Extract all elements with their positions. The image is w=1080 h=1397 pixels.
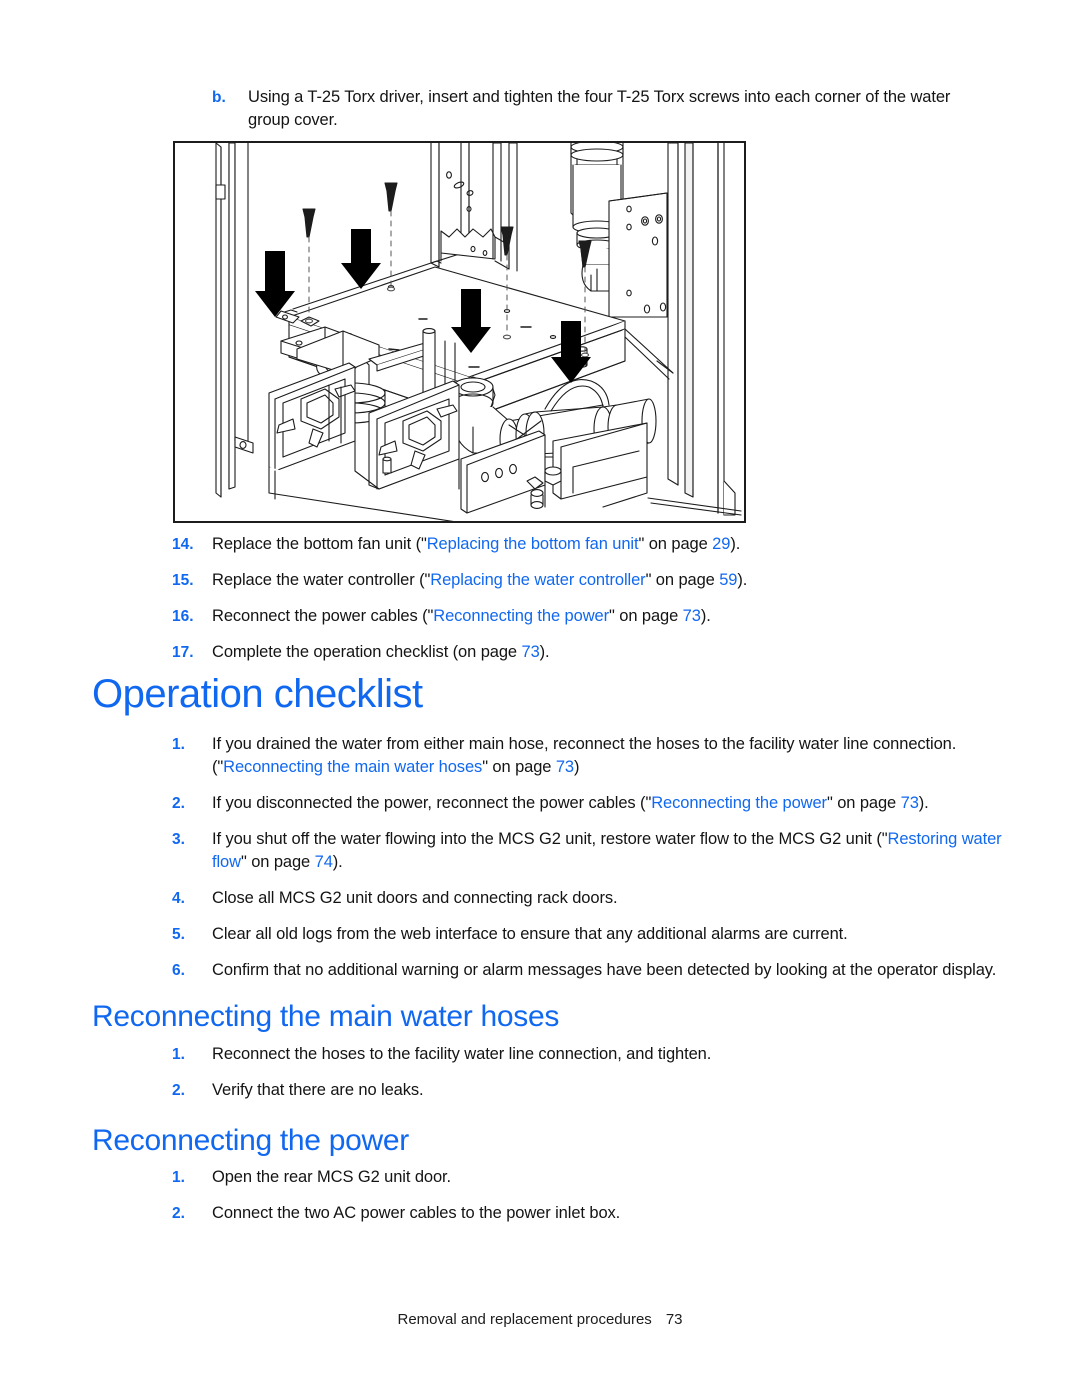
list-text: Reconnect the power cables ("Reconnectin… (212, 605, 1002, 628)
text-post: ). (918, 794, 929, 812)
page-number-link[interactable]: 74 (315, 853, 333, 871)
page-number-link[interactable]: 29 (712, 535, 730, 553)
list-marker: 14. (172, 536, 194, 553)
text-post: ). (730, 535, 741, 553)
figure-water-group-cover (173, 141, 746, 523)
cross-reference-link[interactable]: Reconnecting the power (433, 607, 609, 625)
list-item: 2. Connect the two AC power cables to th… (172, 1202, 1002, 1225)
page-number-link[interactable]: 59 (719, 571, 737, 589)
list-item: 2. Verify that there are no leaks. (172, 1079, 1002, 1102)
list-text: Confirm that no additional warning or al… (212, 961, 997, 979)
text-post: ). (332, 853, 343, 871)
section-heading-operation-checklist: Operation checklist (92, 672, 423, 716)
list-marker: 6. (172, 962, 185, 979)
text-mid: " on page (240, 853, 315, 871)
list-marker: 16. (172, 608, 194, 625)
list-marker: b. (212, 89, 226, 106)
text-post: ) (574, 758, 580, 776)
text-post: ). (737, 571, 748, 589)
list-marker: 2. (172, 795, 185, 812)
list-text: Clear all old logs from the web interfac… (212, 925, 848, 943)
page-number-link[interactable]: 73 (522, 643, 540, 661)
list-text: Verify that there are no leaks. (212, 1081, 424, 1099)
cross-reference-link[interactable]: Replacing the bottom fan unit (427, 535, 639, 553)
list-marker: 1. (172, 1169, 185, 1186)
text-pre: Replace the water controller (" (212, 571, 431, 589)
list-item: 5. Clear all old logs from the web inter… (172, 923, 1002, 946)
list-item: 1. If you drained the water from either … (172, 733, 1002, 779)
page-footer: Removal and replacement procedures 73 (0, 1311, 1080, 1328)
text-pre: Complete the operation checklist (on pag… (212, 643, 522, 661)
text-pre: If you shut off the water flowing into t… (212, 830, 888, 848)
text-mid: " on page (638, 535, 713, 553)
section-heading-reconnecting-main-water-hoses: Reconnecting the main water hoses (92, 1000, 560, 1033)
list-item: 6. Confirm that no additional warning or… (172, 959, 1002, 982)
list-item: 4. Close all MCS G2 unit doors and conne… (172, 887, 1002, 910)
list-item: 1. Open the rear MCS G2 unit door. (172, 1166, 1002, 1189)
list-marker: 1. (172, 1046, 185, 1063)
list-marker: 3. (172, 831, 185, 848)
text-post: ). (700, 607, 711, 625)
text-mid: " on page (645, 571, 720, 589)
list-marker: 2. (172, 1205, 185, 1222)
list-item: 2. If you disconnected the power, reconn… (172, 792, 1002, 815)
list-text: Replace the water controller ("Replacing… (212, 569, 1002, 592)
text-pre: Replace the bottom fan unit (" (212, 535, 427, 553)
list-text: Connect the two AC power cables to the p… (212, 1204, 621, 1222)
text-pre: If you disconnected the power, reconnect… (212, 794, 652, 812)
cross-reference-link[interactable]: Replacing the water controller (430, 571, 645, 589)
list-item: 14. Replace the bottom fan unit ("Replac… (172, 533, 1002, 556)
text-post: ). (539, 643, 550, 661)
list-text: Reconnect the hoses to the facility wate… (212, 1045, 712, 1063)
substep-list: b. Using a T-25 Torx driver, insert and … (212, 86, 994, 145)
cross-reference-link[interactable]: Reconnecting the main water hoses (223, 758, 482, 776)
list-marker: 4. (172, 890, 185, 907)
list-item: 3. If you shut off the water flowing int… (172, 828, 1002, 874)
list-text: If you drained the water from either mai… (212, 733, 1002, 779)
list-text: If you shut off the water flowing into t… (212, 828, 1002, 874)
cross-reference-link[interactable]: Reconnecting the power (651, 794, 827, 812)
list-marker: 1. (172, 736, 185, 753)
footer-chapter-title: Removal and replacement procedures (397, 1311, 652, 1328)
list-text: Replace the bottom fan unit ("Replacing … (212, 533, 1002, 556)
page-number-link[interactable]: 73 (556, 758, 574, 776)
list-item: 17. Complete the operation checklist (on… (172, 641, 1002, 664)
list-text: Open the rear MCS G2 unit door. (212, 1168, 452, 1186)
numbered-steps-list: 14. Replace the bottom fan unit ("Replac… (172, 533, 1002, 677)
water-group-cover-illustration (215, 143, 742, 521)
main-water-hoses-list: 1. Reconnect the hoses to the facility w… (172, 1043, 1002, 1115)
list-item: 15. Replace the water controller ("Repla… (172, 569, 1002, 592)
list-item: b. Using a T-25 Torx driver, insert and … (212, 86, 994, 132)
reconnecting-power-list: 1. Open the rear MCS G2 unit door. 2. Co… (172, 1166, 1002, 1238)
footer-page-number: 73 (665, 1311, 683, 1328)
page-number-link[interactable]: 73 (683, 607, 701, 625)
page-number-link[interactable]: 73 (901, 794, 919, 812)
text-mid: " on page (826, 794, 901, 812)
list-item: 16. Reconnect the power cables ("Reconne… (172, 605, 1002, 628)
list-marker: 5. (172, 926, 185, 943)
list-text: Complete the operation checklist (on pag… (212, 641, 1002, 664)
operation-checklist-list: 1. If you drained the water from either … (172, 733, 1002, 995)
list-text: Close all MCS G2 unit doors and connecti… (212, 889, 618, 907)
text-pre: Reconnect the power cables (" (212, 607, 434, 625)
list-text: If you disconnected the power, reconnect… (212, 792, 1002, 815)
list-item: 1. Reconnect the hoses to the facility w… (172, 1043, 1002, 1066)
list-marker: 17. (172, 644, 194, 661)
document-page: b. Using a T-25 Torx driver, insert and … (0, 0, 1080, 1397)
list-marker: 15. (172, 572, 194, 589)
text-mid: " on page (609, 607, 683, 625)
list-marker: 2. (172, 1082, 185, 1099)
list-text: Using a T-25 Torx driver, insert and tig… (248, 88, 951, 129)
section-heading-reconnecting-the-power: Reconnecting the power (92, 1124, 409, 1157)
text-mid: " on page (482, 758, 556, 776)
